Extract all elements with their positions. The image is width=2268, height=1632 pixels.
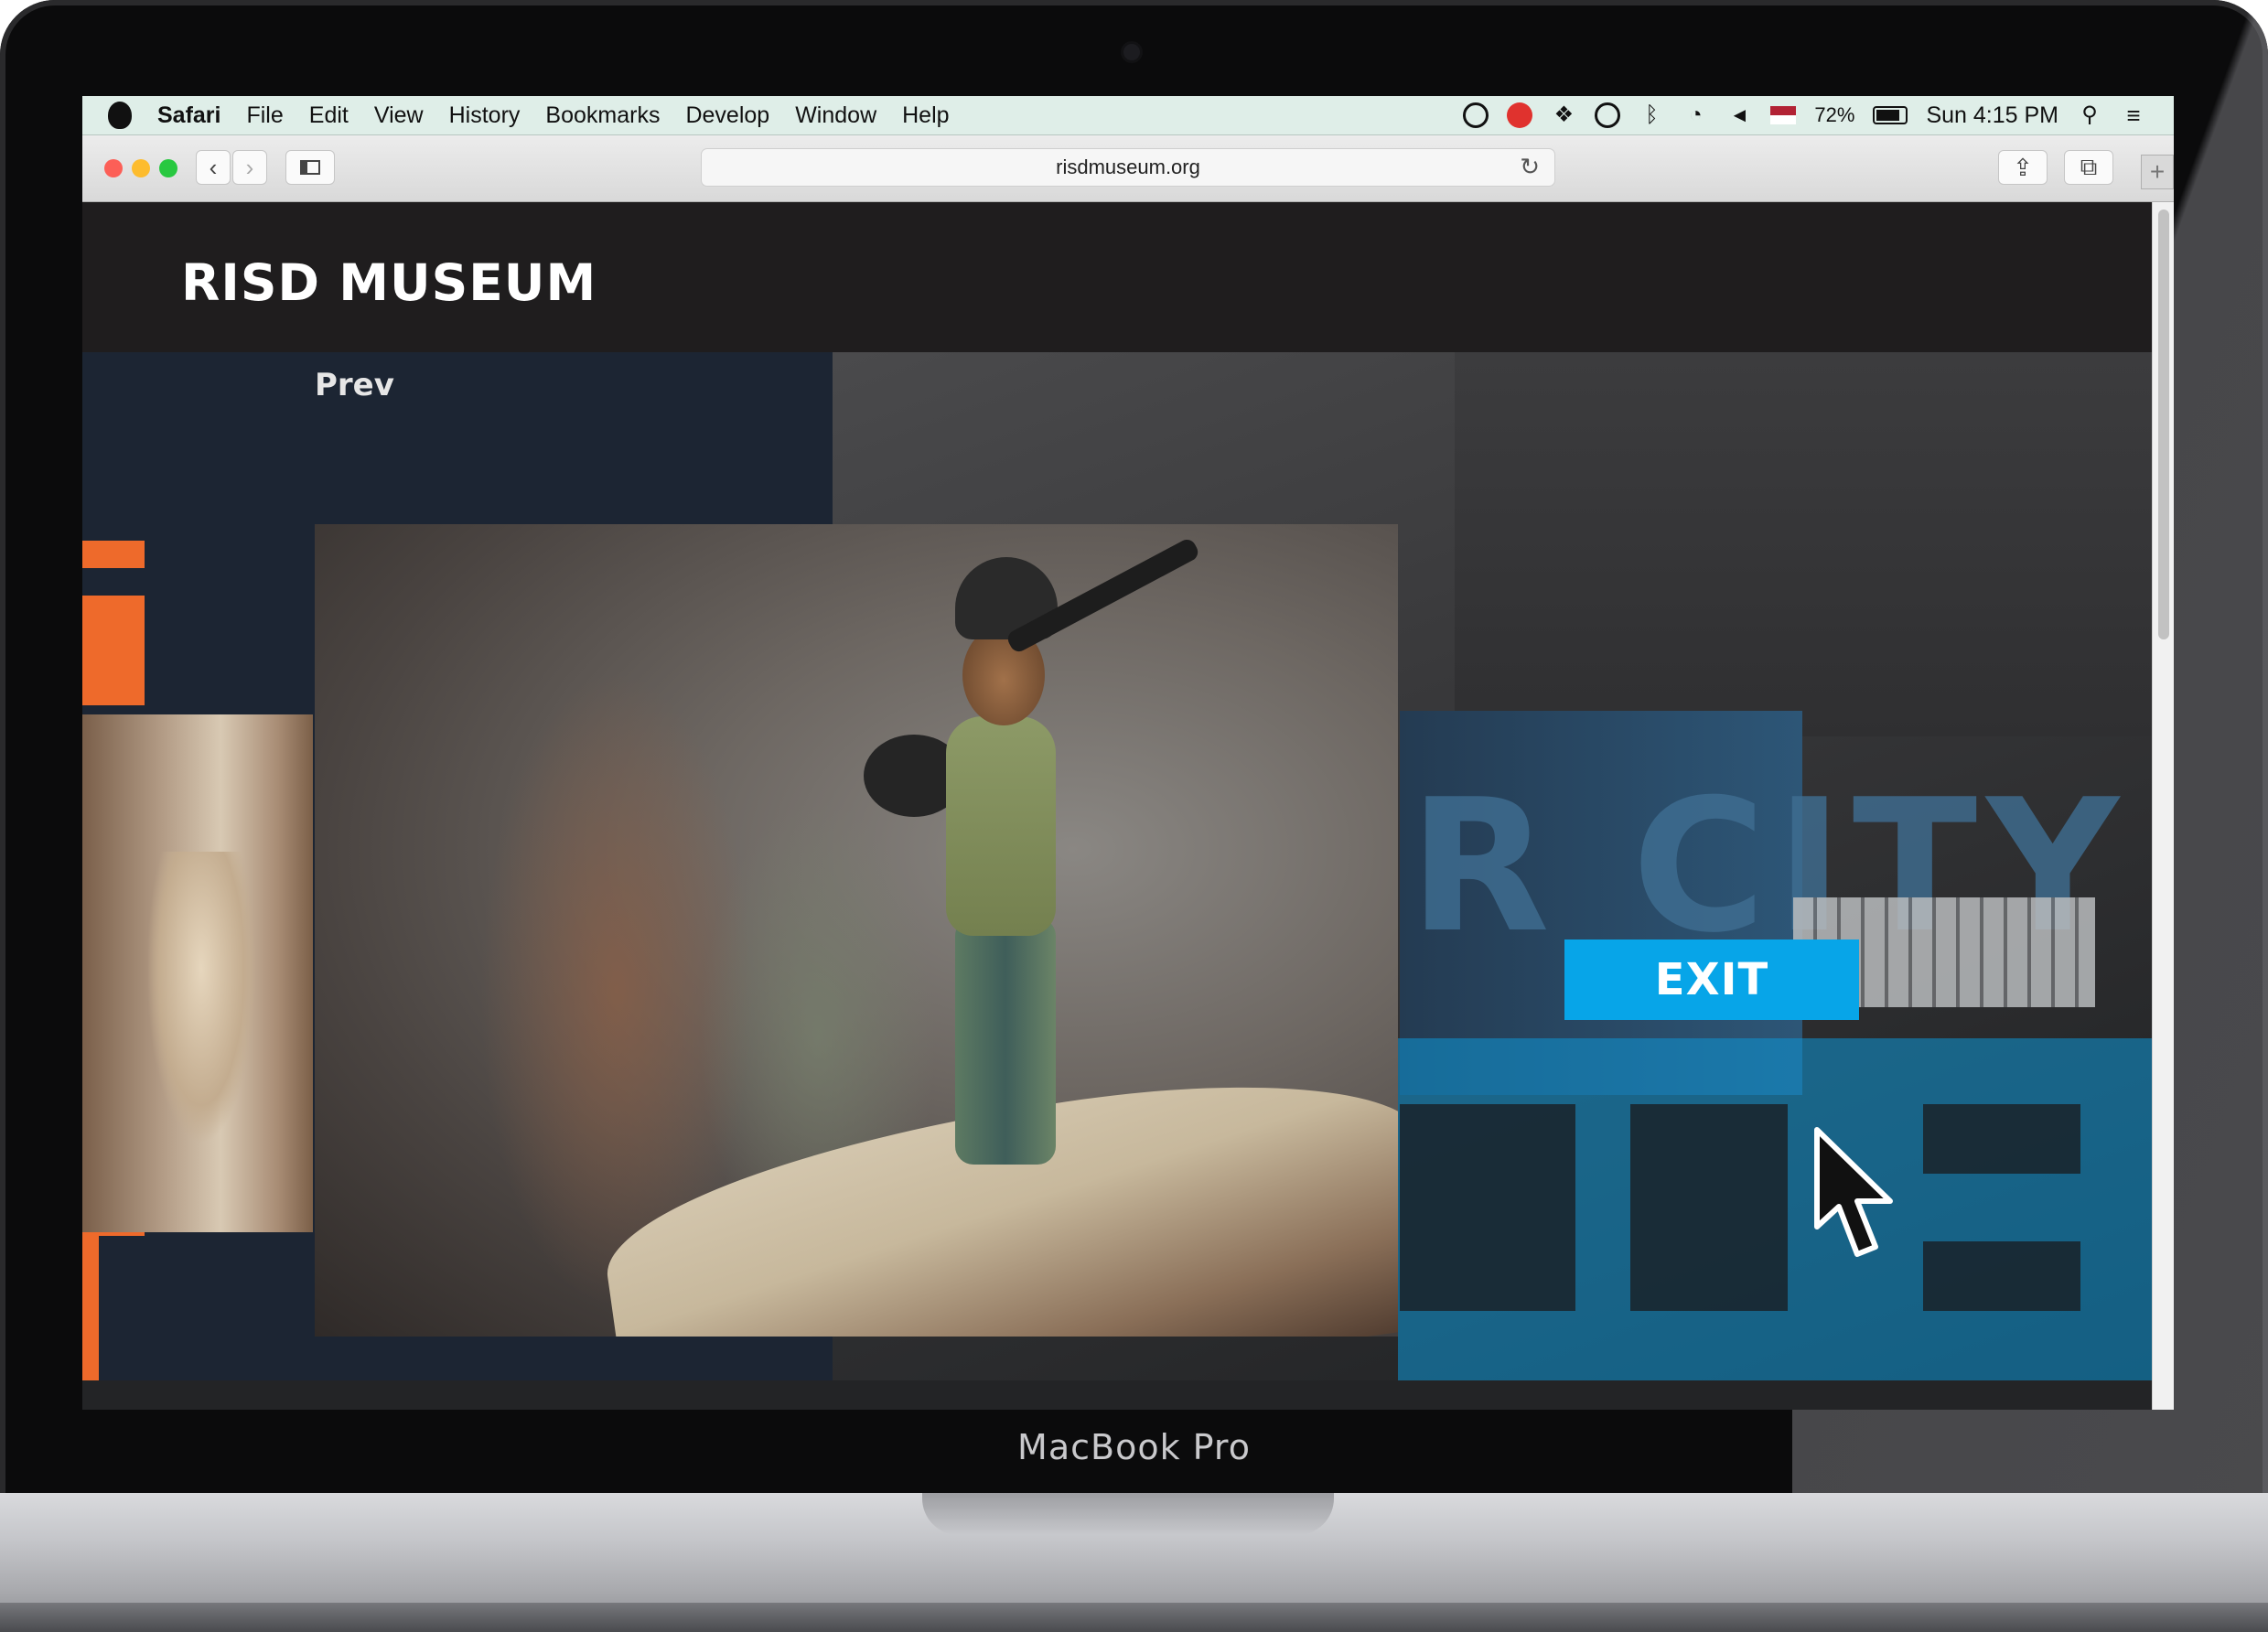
exit-button[interactable]: EXIT — [1564, 939, 1859, 1020]
laptop-lid-notch — [922, 1493, 1334, 1535]
menu-view[interactable]: View — [374, 102, 424, 129]
spotlight-search-icon[interactable]: ⚲ — [2077, 102, 2102, 128]
sidebar-icon — [300, 160, 320, 175]
menubar-status-area: ❖ ᛒ ◔ ◄ 72% Sun 4:15 PM ⚲ ≡ — [1463, 102, 2174, 129]
notification-center-icon[interactable]: ≡ — [2121, 102, 2146, 128]
us-flag-icon[interactable] — [1770, 106, 1797, 124]
time-machine-icon[interactable] — [1595, 102, 1621, 128]
overlay-block — [1630, 1104, 1788, 1311]
site-header: RISD MUSEUM — [82, 202, 2152, 352]
gallery-ceiling — [1455, 352, 2152, 736]
artwork-photo — [315, 524, 1398, 1337]
orange-bar — [82, 541, 145, 568]
macos-menubar: Safari File Edit View History Bookmarks … — [82, 96, 2174, 135]
device-brand-label: MacBook Pro — [1017, 1427, 1251, 1467]
soldier-legs — [955, 918, 1056, 1165]
orange-bar — [82, 1236, 99, 1391]
laptop-base-edge — [0, 1603, 2268, 1632]
back-button[interactable]: ‹ — [196, 150, 231, 185]
window-minimize-button[interactable] — [132, 159, 150, 177]
menu-app-name[interactable]: Safari — [157, 102, 220, 129]
prev-link[interactable]: Prev — [315, 367, 394, 403]
recording-icon[interactable] — [1507, 102, 1533, 128]
volume-icon[interactable]: ◄ — [1726, 102, 1752, 128]
risd-museum-page: R CITY RISD MUSEUM Prev EXIT — [82, 202, 2152, 1410]
share-icon: ⇪ — [2013, 153, 2033, 181]
menu-help[interactable]: Help — [902, 102, 949, 129]
reload-icon[interactable]: ↻ — [1520, 153, 1540, 181]
laptop-screen: Safari File Edit View History Bookmarks … — [82, 96, 2174, 1410]
tabs-overview-button[interactable]: ⧉ — [2064, 150, 2113, 185]
chevron-right-icon: › — [245, 153, 254, 181]
mouse-cursor-icon — [1814, 1127, 1893, 1257]
safari-toolbar: ‹ › risdmuseum.org ↻ ⇪ ⧉ — [82, 135, 2174, 202]
menu-history[interactable]: History — [449, 102, 521, 129]
overlay-block — [1923, 1104, 2080, 1174]
page-scrollbar[interactable] — [2152, 202, 2174, 1410]
chevron-left-icon: ‹ — [209, 153, 218, 181]
thumbnail-figure — [146, 852, 256, 1144]
creative-cloud-icon[interactable] — [1463, 102, 1489, 128]
site-logo[interactable]: RISD MUSEUM — [181, 253, 597, 312]
window-zoom-button[interactable] — [159, 159, 177, 177]
window-close-button[interactable] — [104, 159, 123, 177]
scrollbar-thumb[interactable] — [2158, 209, 2169, 639]
previous-artwork-thumbnail[interactable] — [82, 714, 313, 1232]
new-tab-button[interactable]: + — [2141, 155, 2174, 189]
soldier-torso — [946, 716, 1056, 936]
tabs-icon: ⧉ — [2080, 153, 2098, 180]
wifi-icon[interactable]: ◔ — [1682, 102, 1708, 128]
bluetooth-icon[interactable]: ᛒ — [1639, 102, 1664, 128]
address-bar[interactable]: risdmuseum.org ↻ — [701, 148, 1555, 187]
forward-button[interactable]: › — [232, 150, 267, 185]
battery-percent: 72% — [1814, 103, 1855, 126]
webcam — [1123, 44, 1140, 60]
menu-develop[interactable]: Develop — [685, 102, 769, 129]
plus-icon: + — [2149, 157, 2166, 186]
menubar-clock[interactable]: Sun 4:15 PM — [1926, 102, 2058, 129]
apple-menu-icon[interactable] — [108, 102, 132, 129]
overlay-block — [1400, 1104, 1575, 1311]
menu-bookmarks[interactable]: Bookmarks — [545, 102, 660, 129]
overlay-block — [1923, 1241, 2080, 1311]
menu-edit[interactable]: Edit — [309, 102, 349, 129]
menu-file[interactable]: File — [246, 102, 283, 129]
share-button[interactable]: ⇪ — [1998, 150, 2048, 185]
menu-window[interactable]: Window — [795, 102, 876, 129]
orange-bar — [82, 596, 145, 705]
dropbox-icon[interactable]: ❖ — [1551, 102, 1576, 128]
battery-icon[interactable] — [1873, 106, 1908, 124]
gallery-floor — [82, 1380, 2152, 1410]
url-text: risdmuseum.org — [1056, 156, 1200, 178]
sidebar-toggle-button[interactable] — [285, 150, 335, 185]
